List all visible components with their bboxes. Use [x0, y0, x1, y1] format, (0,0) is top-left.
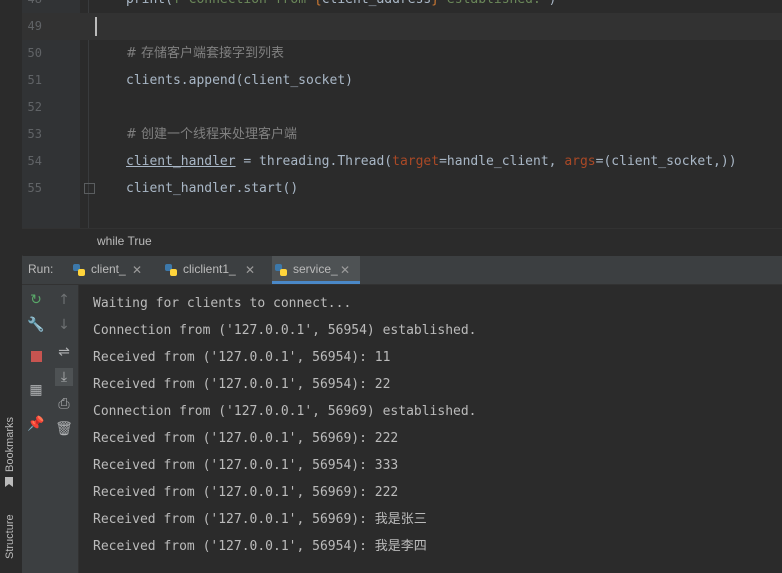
console-line: Connection from ('127.0.0.1', 56954) est… [93, 323, 477, 338]
code-line: 51 clients.append(client_socket) [22, 67, 782, 94]
trash-icon[interactable]: 🗑 [55, 420, 73, 438]
structure-tab[interactable]: Structure [0, 505, 22, 573]
code-editor[interactable]: 48 print(f"Connection from {client_addre… [22, 0, 782, 228]
close-icon[interactable]: ✕ [132, 263, 142, 277]
code-line: 54 client_handler = threading.Thread(tar… [22, 148, 782, 175]
line-number: 51 [27, 73, 42, 87]
console-line: Received from ('127.0.0.1', 56954): 11 [93, 350, 391, 365]
console-output[interactable]: Waiting for clients to connect... Connec… [79, 285, 782, 573]
line-number: 55 [27, 181, 42, 195]
code-line: 55 client_handler.start() [22, 175, 782, 202]
python-icon [165, 264, 177, 276]
code-line: 52 [22, 94, 782, 121]
console-line: Received from ('127.0.0.1', 56954): 22 [93, 377, 391, 392]
run-tab-service[interactable]: service_ ✕ [272, 256, 360, 284]
code-comment: # 创建一个线程来处理客户端 [126, 127, 298, 142]
code-line: 50 # 存储客户端套接字到列表 [22, 40, 782, 67]
run-tab-cliclient1[interactable]: cliclient1_ ✕ [164, 256, 264, 284]
down-arrow-icon[interactable]: ↓ [55, 316, 73, 334]
run-toolbar-primary: ↻ 🔧 ▦ 📌 [22, 285, 51, 573]
console-line: Connection from ('127.0.0.1', 56969) est… [93, 404, 477, 419]
run-tab-bar: Run: client_ ✕ cliclient1_ ✕ service_ ✕ [22, 256, 782, 285]
run-tab-client[interactable]: client_ ✕ [72, 256, 162, 284]
close-icon[interactable]: ✕ [340, 263, 350, 277]
line-number: 50 [27, 46, 42, 60]
console-line: Received from ('127.0.0.1', 56954): 333 [93, 458, 399, 473]
close-icon[interactable]: ✕ [245, 263, 255, 277]
rerun-icon[interactable]: ↻ [27, 291, 45, 309]
structure-tab-label: Structure [4, 514, 16, 559]
bookmarks-tab[interactable]: Bookmarks [0, 410, 22, 490]
run-toolbar-secondary: ↑ ↓ ⇌ ⤓ ⎙ 🗑 [50, 285, 79, 573]
pin-icon[interactable]: 📌 [27, 415, 45, 433]
line-number: 53 [27, 127, 42, 141]
python-icon [275, 264, 287, 276]
layout-icon[interactable]: ▦ [27, 381, 45, 399]
run-tab-label: service_ [293, 262, 338, 276]
python-icon [73, 264, 85, 276]
code-text: client_handler.start() [126, 181, 299, 196]
line-number: 52 [27, 100, 42, 114]
console-line: Received from ('127.0.0.1', 56969): 我是张三 [93, 512, 427, 527]
console-line: Received from ('127.0.0.1', 56954): 我是李四 [93, 539, 427, 554]
code-line: 53 # 创建一个线程来处理客户端 [22, 121, 782, 148]
breadcrumb-item[interactable]: while True [97, 234, 152, 248]
variable-client-handler: client_handler [126, 154, 236, 169]
up-arrow-icon[interactable]: ↑ [55, 291, 73, 309]
breadcrumb: while True [22, 228, 782, 255]
console-line: Received from ('127.0.0.1', 56969): 222 [93, 431, 399, 446]
code-text: clients.append(client_socket) [126, 73, 353, 88]
line-number: 54 [27, 154, 42, 168]
print-icon[interactable]: ⎙ [55, 395, 73, 413]
run-tab-label: cliclient1_ [183, 262, 236, 276]
code-line-current: 49 [22, 13, 782, 40]
console-line: Received from ('127.0.0.1', 56969): 222 [93, 485, 399, 500]
fold-marker-icon[interactable] [84, 183, 95, 194]
run-label: Run: [28, 262, 54, 276]
bookmark-icon [5, 477, 13, 487]
console-line: Waiting for clients to connect... [93, 296, 352, 311]
stop-icon[interactable] [27, 348, 45, 366]
line-number: 49 [27, 19, 42, 33]
scroll-to-end-icon[interactable]: ⤓ [55, 368, 73, 386]
soft-wrap-icon[interactable]: ⇌ [55, 343, 73, 361]
line-number: 48 [22, 0, 42, 13]
code-comment: # 存储客户端套接字到列表 [126, 46, 285, 61]
code-line: 48 print(f"Connection from {client_addre… [22, 0, 782, 13]
code-text: client_handler = threading.Thread(target… [126, 154, 737, 169]
bookmarks-tab-label: Bookmarks [4, 416, 16, 472]
wrench-icon[interactable]: 🔧 [27, 316, 45, 334]
run-tab-label: client_ [91, 262, 126, 276]
text-caret [95, 17, 97, 36]
code-text: print(f"Connection from {client_address}… [126, 0, 557, 13]
left-tool-strip: Bookmarks Structure [0, 0, 23, 573]
